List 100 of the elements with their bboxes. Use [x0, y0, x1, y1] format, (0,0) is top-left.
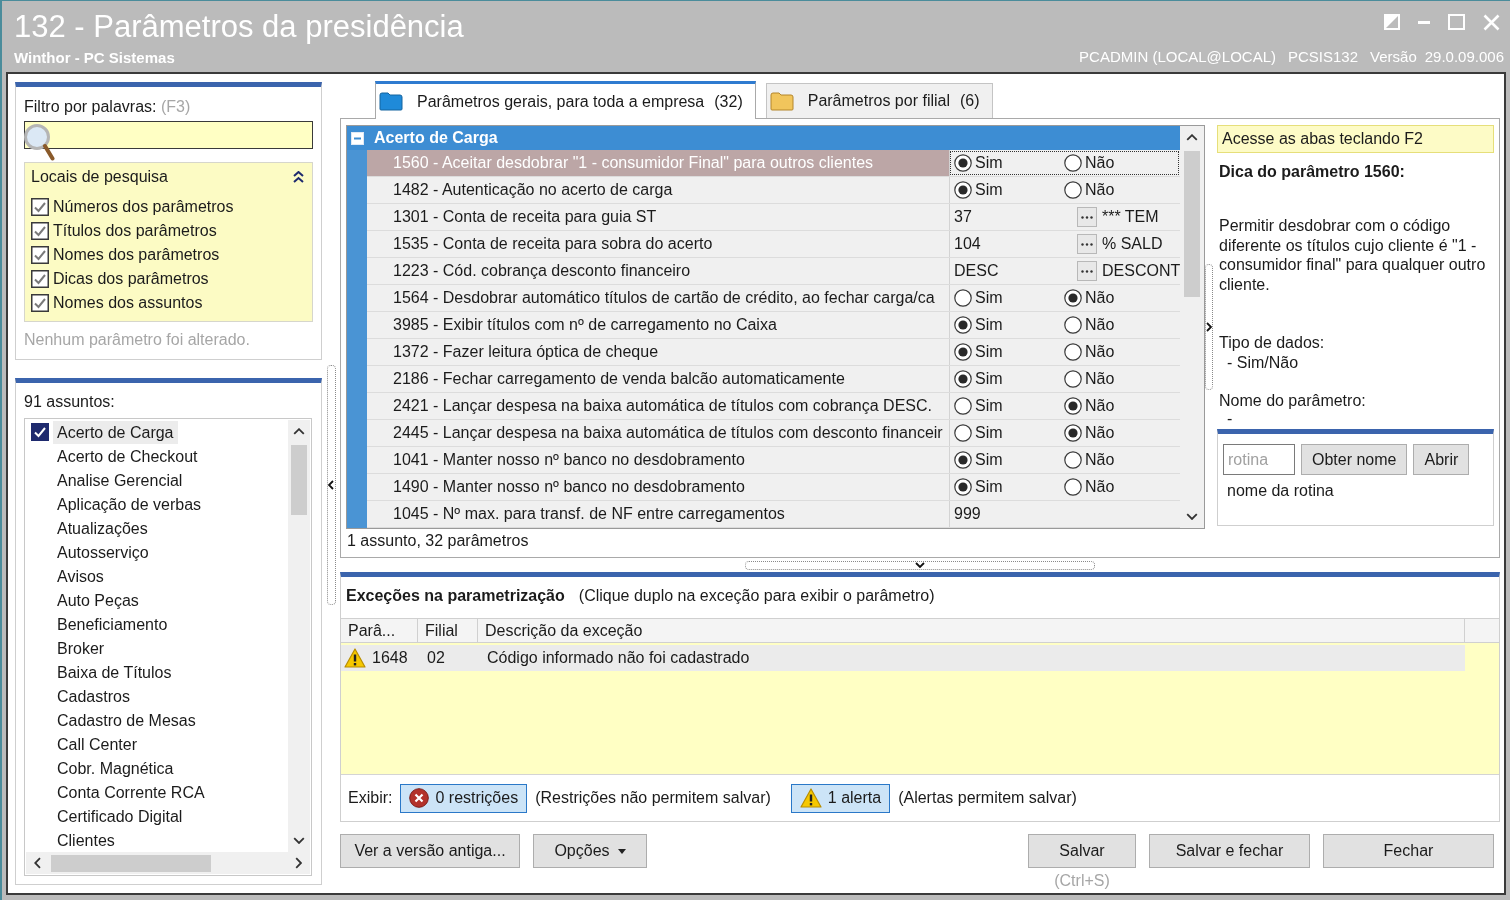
splitter-handle[interactable] [326, 365, 336, 605]
parameter-name[interactable]: 2186 - Fechar carregamento de venda balcão automaticamente [367, 366, 949, 392]
list-item[interactable]: Acerto de Carga [53, 420, 178, 444]
checkbox-icon[interactable] [31, 222, 49, 240]
horizontal-scrollbar[interactable] [26, 852, 310, 874]
list-item[interactable]: Call Center [53, 732, 142, 756]
radio-option[interactable]: Não [1064, 154, 1178, 172]
chevron-down-icon[interactable] [915, 562, 925, 568]
list-item[interactable]: Broker [53, 636, 109, 660]
chevron-left-icon[interactable] [328, 480, 334, 490]
radio-icon[interactable] [954, 154, 972, 172]
radio-icon[interactable] [1064, 451, 1082, 469]
radio-icon[interactable] [1064, 343, 1082, 361]
radio-option[interactable]: Não [1064, 181, 1178, 199]
chevron-right-icon[interactable] [1206, 322, 1212, 332]
checkbox-option[interactable]: Títulos dos parâmetros [31, 219, 304, 243]
checkbox-icon[interactable] [31, 198, 49, 216]
radio-option[interactable]: Sim [954, 343, 1064, 361]
radio-option[interactable]: Não [1064, 397, 1178, 415]
column-header[interactable]: Parâ... [341, 619, 418, 642]
button[interactable]: Abrir [1413, 444, 1470, 475]
checkbox-option[interactable]: Nomes dos assuntos [31, 291, 304, 315]
radio-icon[interactable] [954, 478, 972, 496]
chevron-up-icon[interactable] [1186, 134, 1198, 142]
list-item[interactable]: Avisos [53, 564, 108, 588]
tab[interactable]: Parâmetros por filial (6) [765, 83, 993, 118]
scrollbar-thumb[interactable] [1184, 151, 1200, 298]
menu-button[interactable]: Opções [533, 834, 647, 868]
checkbox-icon[interactable] [31, 294, 49, 312]
filter-toggle[interactable]: 1 alerta [790, 783, 891, 813]
search-field[interactable] [24, 121, 313, 149]
list-item[interactable]: Cadastros [53, 684, 134, 708]
radio-option[interactable]: Sim [954, 289, 1064, 307]
column-header[interactable]: Filial [418, 619, 478, 642]
radio-icon[interactable] [1064, 154, 1082, 172]
splitter-handle[interactable] [745, 560, 1095, 570]
radio-icon[interactable] [954, 451, 972, 469]
radio-icon[interactable] [1064, 397, 1082, 415]
list-item[interactable]: Analise Gerencial [53, 468, 187, 492]
radio-option[interactable]: Não [1064, 424, 1178, 442]
radio-option[interactable]: Não [1064, 316, 1178, 334]
radio-icon[interactable] [954, 316, 972, 334]
vertical-scrollbar[interactable] [288, 420, 310, 852]
table-row[interactable]: 1648 02 Código informado não foi cadastrado [341, 645, 1465, 671]
browse-button[interactable] [1077, 207, 1097, 227]
checkbox-icon[interactable] [31, 423, 49, 441]
splitter-handle[interactable] [1205, 264, 1213, 390]
radio-icon[interactable] [1064, 478, 1082, 496]
button[interactable]: Fechar [1323, 834, 1494, 868]
double-chevron-up-icon[interactable] [293, 171, 304, 183]
chevron-right-icon[interactable] [294, 857, 302, 869]
filter-toggle[interactable]: 0 restrições [400, 783, 528, 813]
parameter-name[interactable]: 1535 - Conta de receita para sobra do acerto [367, 231, 949, 257]
parameter-name[interactable]: 1372 - Fazer leitura óptica de cheque [367, 339, 949, 365]
chevron-up-icon[interactable] [293, 428, 305, 436]
vertical-scrollbar[interactable] [1180, 126, 1204, 528]
radio-option[interactable]: Não [1064, 343, 1178, 361]
browse-button[interactable] [1077, 261, 1097, 281]
radio-option[interactable]: Sim [954, 370, 1064, 388]
list-item[interactable]: Beneficiamento [53, 612, 172, 636]
list-item[interactable]: Baixa de Títulos [53, 660, 176, 684]
button[interactable]: Ver a versão antiga... [340, 834, 520, 868]
list-item[interactable]: Cobr. Magnética [53, 756, 178, 780]
parameter-name[interactable]: 2445 - Lançar despesa na baixa automática de títulos com desconto financeir [367, 420, 949, 446]
radio-icon[interactable] [954, 370, 972, 388]
checkbox-option[interactable]: Dicas dos parâmetros [31, 267, 304, 291]
list-item[interactable]: Autosserviço [53, 540, 153, 564]
button[interactable]: Obter nome [1301, 444, 1408, 475]
scrollbar-thumb[interactable] [291, 445, 307, 516]
radio-option[interactable]: Sim [954, 478, 1064, 496]
radio-icon[interactable] [1064, 181, 1082, 199]
collapse-icon[interactable] [351, 131, 364, 145]
parameter-name[interactable]: 2421 - Lançar despesa na baixa automática de títulos com cobrança DESC. [367, 393, 949, 419]
list-item[interactable]: Atualizações [53, 516, 152, 540]
parameter-name[interactable]: 1564 - Desdobrar automático títulos de cartão de crédito, ao fechar carga/ca [367, 285, 949, 311]
radio-option[interactable]: Não [1064, 370, 1178, 388]
chevron-down-icon[interactable] [293, 836, 305, 844]
parameter-name[interactable]: 1301 - Conta de receita para guia ST [367, 204, 949, 230]
radio-option[interactable]: Sim [954, 451, 1064, 469]
radio-option[interactable]: Sim [954, 154, 1064, 172]
radio-option[interactable]: Não [1064, 289, 1178, 307]
chevron-down-icon[interactable] [1186, 512, 1198, 520]
radio-option[interactable]: Sim [954, 424, 1064, 442]
checkbox-icon[interactable] [31, 246, 49, 264]
radio-icon[interactable] [1064, 316, 1082, 334]
radio-icon[interactable] [1064, 424, 1082, 442]
list-item[interactable]: Acerto de Checkout [53, 444, 202, 468]
list-item[interactable]: Aplicação de verbas [53, 492, 206, 516]
radio-option[interactable]: Não [1064, 478, 1178, 496]
list-item[interactable]: Cadastro de Mesas [53, 708, 200, 732]
group-header[interactable]: Acerto de Carga [347, 126, 1180, 150]
button[interactable]: Salvar e fechar [1149, 834, 1310, 868]
list-item[interactable]: Clientes [53, 828, 119, 852]
scrollbar-thumb[interactable] [51, 854, 212, 872]
radio-icon[interactable] [954, 397, 972, 415]
list-item[interactable]: Conta Corrente RCA [53, 780, 209, 804]
radio-option[interactable]: Sim [954, 397, 1064, 415]
routine-field[interactable]: rotina [1223, 444, 1295, 475]
parameter-name[interactable]: 1045 - Nº max. para transf. de NF entre carregamentos [367, 501, 949, 527]
radio-icon[interactable] [954, 289, 972, 307]
